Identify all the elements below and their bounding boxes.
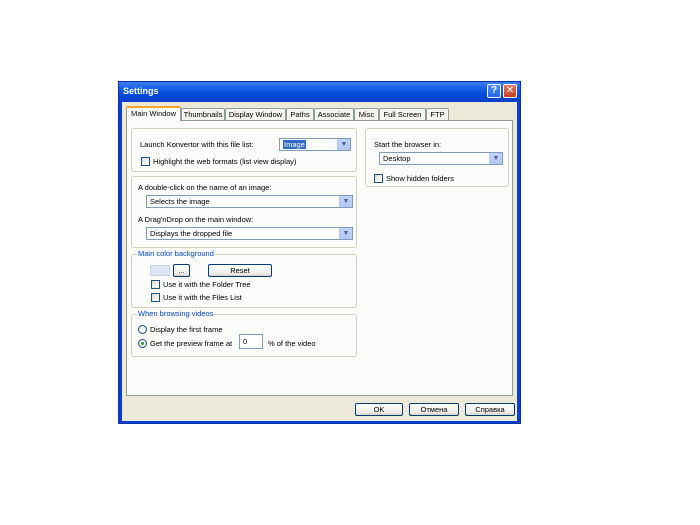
display-first-frame-label: Display the first frame: [150, 325, 223, 334]
chevron-down-icon[interactable]: ▼: [339, 228, 352, 239]
show-hidden-folders-checkbox[interactable]: [374, 174, 383, 183]
actions-group: A double-click on the name of an image: …: [131, 176, 357, 248]
launch-file-list-value: Image: [283, 140, 306, 149]
settings-dialog: Settings ? ✕ Main Window Thumbnails Disp…: [118, 81, 521, 424]
launch-label: Launch Konvertor with this file list:: [140, 140, 254, 149]
use-with-folder-tree-checkbox[interactable]: [151, 280, 160, 289]
drag-drop-action-select[interactable]: Displays the dropped file ▼: [146, 227, 353, 240]
help-button[interactable]: Справка: [465, 403, 515, 416]
color-swatch: [150, 265, 170, 276]
chevron-down-icon[interactable]: ▼: [337, 139, 350, 150]
browser-start-location-value: Desktop: [383, 154, 411, 163]
preview-frame-radio[interactable]: [138, 339, 147, 348]
double-click-action-select[interactable]: Selects the image ▼: [146, 195, 353, 208]
display-first-frame-radio[interactable]: [138, 325, 147, 334]
browsing-videos-group: When browsing videos Display the first f…: [131, 309, 357, 357]
color-browse-button[interactable]: ...: [173, 264, 190, 277]
window-title: Settings: [123, 86, 159, 96]
tab-associate[interactable]: Associate: [314, 108, 354, 120]
show-hidden-folders-label: Show hidden folders: [386, 174, 454, 183]
tab-full-screen[interactable]: Full Screen: [379, 108, 426, 120]
browsing-videos-legend: When browsing videos: [137, 309, 215, 318]
tab-display-window[interactable]: Display Window: [225, 108, 286, 120]
chevron-down-icon[interactable]: ▼: [489, 153, 502, 164]
dialog-client-area: Main Window Thumbnails Display Window Pa…: [122, 102, 517, 421]
drag-drop-label: A Drag'nDrop on the main window:: [138, 215, 254, 224]
tab-paths[interactable]: Paths: [286, 108, 314, 120]
launch-file-list-select[interactable]: Image ▼: [279, 138, 351, 151]
highlight-web-formats-checkbox[interactable]: [141, 157, 150, 166]
preview-frame-percent-input[interactable]: 0: [239, 334, 263, 349]
browser-start-label: Start the browser in:: [374, 140, 442, 149]
drag-drop-action-value: Displays the dropped file: [150, 229, 233, 238]
help-icon[interactable]: ?: [487, 84, 501, 98]
ok-button[interactable]: OK: [355, 403, 403, 416]
browser-start-location-select[interactable]: Desktop ▼: [379, 152, 503, 165]
tab-main-window[interactable]: Main Window: [126, 106, 181, 121]
use-with-files-list-checkbox[interactable]: [151, 293, 160, 302]
use-with-folder-tree-label: Use it with the Folder Tree: [163, 280, 251, 289]
cancel-button[interactable]: Отмена: [409, 403, 459, 416]
double-click-label: A double-click on the name of an image:: [138, 183, 272, 192]
chevron-down-icon[interactable]: ▼: [339, 196, 352, 207]
preview-frame-label: Get the preview frame at: [150, 339, 233, 348]
use-with-files-list-label: Use it with the Files List: [163, 293, 242, 302]
tab-thumbnails[interactable]: Thumbnails: [181, 108, 225, 120]
main-color-background-group: Main color background ... Reset Use it w…: [131, 249, 357, 308]
launch-group: Launch Konvertor with this file list: Im…: [131, 128, 357, 172]
preview-frame-suffix: % of the video: [268, 339, 316, 348]
main-color-background-legend: Main color background: [137, 249, 215, 258]
main-window-panel: Launch Konvertor with this file list: Im…: [126, 120, 513, 396]
browser-start-group: Start the browser in: Desktop ▼ Show hid…: [365, 128, 509, 187]
double-click-action-value: Selects the image: [150, 197, 210, 206]
tab-ftp[interactable]: FTP: [426, 108, 449, 120]
tab-misc[interactable]: Misc: [354, 108, 379, 120]
reset-button[interactable]: Reset: [208, 264, 272, 277]
highlight-web-formats-label: Highlight the web formats (list view dis…: [153, 157, 297, 166]
title-bar[interactable]: Settings ? ✕: [119, 82, 520, 102]
close-icon[interactable]: ✕: [503, 84, 517, 98]
